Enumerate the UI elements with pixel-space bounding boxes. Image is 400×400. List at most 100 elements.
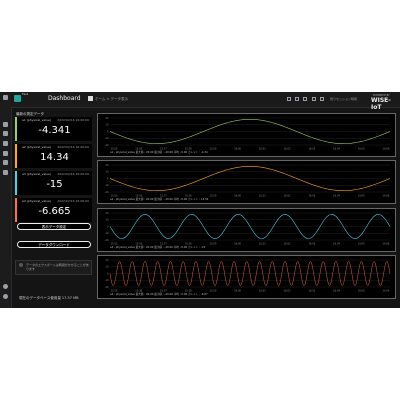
side-rail [0, 92, 12, 308]
menu-icon[interactable] [3, 95, 8, 100]
x-tick-label: 16:02 [284, 148, 291, 151]
x-tick-label: 16:06 [383, 148, 390, 151]
card-timestamp: 2022/02/16 16:06:00 [57, 145, 89, 149]
user-icon[interactable] [3, 284, 8, 289]
x-tick-label: 16:01 [259, 148, 266, 151]
x-tick-label: 15:59 [209, 243, 216, 246]
value-card: a1 (physical_value) 2022/02/16 16:06:00 -4… [15, 117, 92, 141]
info-icon [19, 263, 23, 267]
y-tick-label: 20 [105, 259, 109, 262]
card-value: -6.665 [38, 206, 71, 217]
x-tick-label: 16:02 [284, 195, 291, 198]
y-tick-label: -20 [105, 239, 109, 242]
x-tick-label: 16:03 [308, 290, 315, 293]
chart-legend: a3 - physical_value 最大値 : 20.00 最小値 : -2… [110, 246, 206, 249]
calendar-icon[interactable] [312, 97, 316, 101]
value-card: a2 (physical_value) 2022/02/16 16:06:00 14… [15, 144, 92, 168]
app-logo-icon [14, 95, 21, 102]
chart-legend: a2 - physical_value 最大値 : 20.00 最小値 : -2… [110, 198, 209, 201]
x-tick-label: 16:06 [383, 243, 390, 246]
x-tick-label: 16:04 [333, 148, 340, 151]
y-tick-label: -10 [105, 184, 109, 187]
y-tick-label: 20 [105, 164, 109, 167]
x-tick-label: 16:00 [234, 243, 241, 246]
sensor-chart: 20 10 0 -10 -20 15:55 15:56 15:57 15:58 15:59 16:0… [97, 113, 396, 157]
y-tick-label: -20 [105, 144, 109, 147]
x-tick-label: 16:05 [358, 243, 365, 246]
notice-text: データのエクスポートは時間がかかることがあります [26, 263, 89, 271]
x-tick-label: 16:05 [358, 195, 365, 198]
home-icon[interactable] [88, 96, 93, 101]
card-timestamp: 2022/02/16 16:06:00 [57, 172, 89, 176]
x-tick-label: 16:03 [308, 243, 315, 246]
card-value: -4.341 [38, 125, 71, 136]
sensor-chart: 20 10 0 -10 -20 15:55 15:56 15:57 15:58 15:59 16:0… [97, 255, 396, 299]
x-tick-label: 16:06 [383, 290, 390, 293]
y-tick-label: 10 [105, 124, 109, 127]
grid-icon[interactable] [3, 131, 8, 136]
db-usage: 現在のデータベース使用量 17.57 MB [19, 296, 79, 300]
y-tick-label: 0 [107, 130, 109, 133]
data-download-button[interactable]: データダウンロード [17, 241, 91, 248]
x-tick-label: 15:59 [209, 195, 216, 198]
y-tick-label: 10 [105, 171, 109, 174]
x-tick-label: 16:04 [333, 195, 340, 198]
x-tick-label: 15:59 [209, 290, 216, 293]
card-timestamp: 2022/02/16 16:06:00 [57, 199, 89, 203]
x-tick-label: 16:06 [383, 195, 390, 198]
y-tick-label: -10 [105, 232, 109, 235]
y-tick-label: 0 [107, 225, 109, 228]
chart-legend: a4 - physical_value 最大値 : 20.00 最小値 : -2… [110, 293, 208, 296]
power-icon[interactable] [3, 294, 8, 299]
gear-icon[interactable] [3, 160, 8, 165]
x-tick-label: 16:05 [358, 148, 365, 151]
sensor-chart: 20 10 0 -10 -20 15:55 15:56 15:57 15:58 15:59 16:0… [97, 160, 396, 204]
card-label: a3 (physical_value) [22, 172, 52, 176]
y-tick-label: 20 [105, 117, 109, 120]
y-tick-label: 0 [107, 177, 109, 180]
value-card: a3 (physical_value) 2022/02/16 16:06:00 -1… [15, 171, 92, 195]
document-icon[interactable] [3, 141, 8, 146]
card-value: -15 [46, 179, 63, 190]
y-tick-label: -10 [105, 279, 109, 282]
brand-name: Fast [22, 92, 29, 96]
app-window: Fast Dashboard ホーム > データ表示 残りセッション時間 POW… [0, 92, 400, 308]
card-timestamp: 2022/02/16 16:06:00 [57, 118, 89, 122]
list-icon[interactable] [295, 97, 299, 101]
data-settings-button[interactable]: 表示データ設定 [17, 223, 91, 230]
x-tick-label: 16:01 [259, 243, 266, 246]
x-tick-label: 16:05 [358, 290, 365, 293]
x-tick-label: 16:02 [284, 243, 291, 246]
sensor-chart: 20 10 0 -10 -20 15:55 15:56 15:57 15:58 15:59 16:0… [97, 208, 396, 252]
x-tick-label: 16:00 [234, 195, 241, 198]
x-tick-label: 16:04 [333, 243, 340, 246]
breadcrumb[interactable]: ホーム > データ表示 [95, 97, 128, 101]
dashboard-icon[interactable] [3, 122, 8, 127]
card-label: a2 (physical_value) [22, 145, 52, 149]
panel-title: 最新の測定データ [16, 112, 44, 116]
y-tick-label: 0 [107, 272, 109, 275]
monitor-icon[interactable] [303, 97, 307, 101]
x-tick-label: 16:03 [308, 148, 315, 151]
x-tick-label: 16:03 [308, 195, 315, 198]
refresh-icon[interactable] [320, 97, 324, 101]
x-tick-label: 16:04 [333, 290, 340, 293]
card-value: 14.34 [40, 152, 69, 163]
info-icon[interactable] [3, 170, 8, 175]
value-card: a4 (physical_value) 2022/02/16 16:06:00 -6… [15, 198, 92, 222]
page-title: Dashboard [48, 95, 81, 102]
card-label: a1 (physical_value) [22, 118, 52, 122]
y-tick-label: -20 [105, 191, 109, 194]
card-label: a4 (physical_value) [22, 199, 52, 203]
x-tick-label: 16:00 [234, 148, 241, 151]
x-tick-label: 16:01 [259, 290, 266, 293]
chart-legend: a1 - physical_value 最大値 : 20.00 最小値 : -2… [110, 151, 208, 154]
x-tick-label: 16:01 [259, 195, 266, 198]
product-logo: WISE-IoT [371, 97, 391, 111]
y-tick-label: 10 [105, 266, 109, 269]
y-tick-label: 10 [105, 219, 109, 222]
bell-icon[interactable] [287, 97, 291, 101]
file-icon[interactable] [3, 151, 8, 156]
y-tick-label: -20 [105, 286, 109, 289]
top-bar: Fast Dashboard ホーム > データ表示 残りセッション時間 POW… [11, 92, 400, 111]
